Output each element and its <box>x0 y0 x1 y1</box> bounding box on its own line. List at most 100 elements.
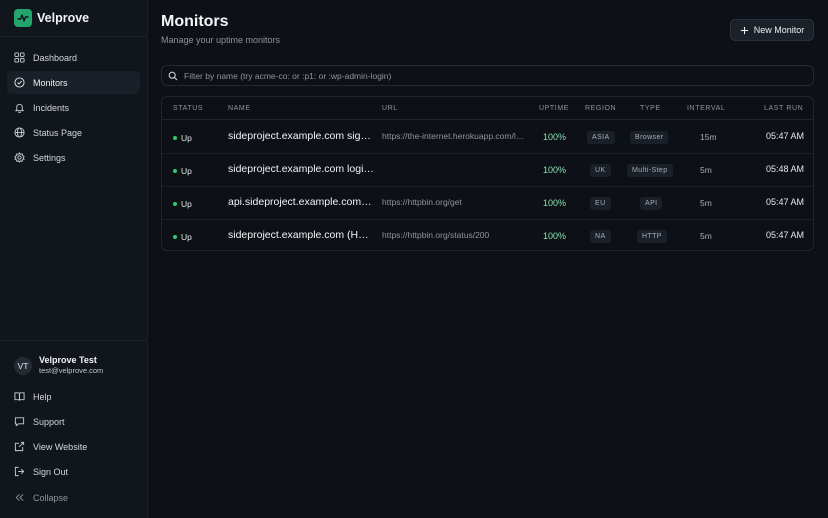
type-badge: HTTP <box>637 230 667 243</box>
sidebar-item-label: Incidents <box>33 102 70 113</box>
sidebar-divider <box>0 340 147 341</box>
interval-value: 5m <box>700 231 712 241</box>
uptime-value: 100% <box>543 132 567 142</box>
column-header-name[interactable]: NAME <box>228 105 251 112</box>
sidebar-item-help[interactable]: Help <box>7 385 140 408</box>
status-cell: Up <box>173 166 192 176</box>
check-circle-icon <box>14 77 25 88</box>
interval-value: 5m <box>700 165 712 175</box>
uptime-value: 100% <box>543 231 567 241</box>
last-run-value: 05:47 AM <box>766 197 805 207</box>
globe-icon <box>14 127 25 138</box>
column-header-last-run[interactable]: LAST RUN <box>764 105 803 112</box>
grid-icon <box>14 52 25 63</box>
monitor-name: sideproject.example.com (HTTP) <box>228 229 374 241</box>
sidebar-item-label: Help <box>33 391 52 402</box>
monitor-name: api.sideproject.example.com (API) <box>228 196 374 208</box>
monitor-url: https://httpbin.org/status/200 <box>382 230 490 240</box>
gear-icon <box>14 152 25 163</box>
brand-name: Velprove <box>37 11 90 25</box>
interval-value: 15m <box>700 132 717 142</box>
status-text: Up <box>181 133 192 143</box>
sidebar-item-label: Sign Out <box>33 466 69 477</box>
table-row[interactable]: Up sideproject.example.com sign-up https… <box>162 121 813 154</box>
sidebar-item-label: Status Page <box>33 127 83 138</box>
uptime-value: 100% <box>543 165 567 175</box>
sign-out-icon <box>14 466 25 477</box>
brand[interactable]: Velprove <box>14 9 89 27</box>
sidebar-item-label: Support <box>33 416 65 427</box>
new-monitor-label: New Monitor <box>753 25 805 35</box>
type-badge: Browser <box>630 131 669 144</box>
message-icon <box>14 417 25 427</box>
interval-value: 5m <box>700 198 712 208</box>
monitor-url: https://httpbin.org/get <box>382 197 462 207</box>
monitor-name: sideproject.example.com login flow <box>228 163 374 175</box>
sidebar-item-label: Collapse <box>33 492 69 503</box>
region-badge: ASIA <box>587 131 615 144</box>
sidebar-item-label: View Website <box>33 441 88 452</box>
sidebar-divider <box>0 36 147 37</box>
user-name: Velprove Test <box>39 355 97 365</box>
column-header-uptime[interactable]: UPTIME <box>539 105 569 112</box>
region-badge: NA <box>590 230 611 243</box>
page-subtitle: Manage your uptime monitors <box>161 35 281 45</box>
sidebar-item-settings[interactable]: Settings <box>7 146 140 169</box>
table-header: STATUS NAME URL UPTIME REGION TYPE INTER… <box>162 97 813 120</box>
filter-input[interactable] <box>184 70 784 81</box>
column-header-url[interactable]: URL <box>382 105 398 112</box>
status-dot-icon <box>173 136 177 140</box>
status-dot-icon <box>173 202 177 206</box>
status-dot-icon <box>173 235 177 239</box>
status-text: Up <box>181 232 192 242</box>
bell-icon <box>14 103 25 113</box>
sidebar-item-label: Monitors <box>33 77 68 88</box>
table-row[interactable]: Up sideproject.example.com (HTTP) https:… <box>162 220 813 250</box>
sidebar-item-collapse[interactable]: Collapse <box>7 486 140 509</box>
user-profile[interactable]: VT Velprove Test test@velprove.com <box>14 355 103 376</box>
table-row[interactable]: Up api.sideproject.example.com (API) htt… <box>162 187 813 220</box>
column-header-interval[interactable]: INTERVAL <box>687 105 725 112</box>
external-link-icon <box>14 441 25 452</box>
page-title: Monitors <box>161 13 229 30</box>
last-run-value: 05:47 AM <box>766 230 805 240</box>
status-cell: Up <box>173 199 192 209</box>
user-email: test@velprove.com <box>39 366 104 375</box>
new-monitor-button[interactable]: New Monitor <box>730 19 814 41</box>
column-header-region[interactable]: REGION <box>585 105 616 112</box>
sidebar-item-dashboard[interactable]: Dashboard <box>7 46 140 69</box>
chevrons-left-icon <box>15 493 24 502</box>
status-cell: Up <box>173 232 192 242</box>
sidebar-item-status-page[interactable]: Status Page <box>7 121 140 144</box>
sidebar-item-support[interactable]: Support <box>7 410 140 433</box>
pulse-logo-icon <box>14 9 32 27</box>
sidebar-item-monitors[interactable]: Monitors <box>7 71 140 94</box>
uptime-value: 100% <box>543 198 567 208</box>
status-text: Up <box>181 199 192 209</box>
column-header-type[interactable]: TYPE <box>640 105 661 112</box>
monitors-table: STATUS NAME URL UPTIME REGION TYPE INTER… <box>161 96 814 251</box>
last-run-value: 05:48 AM <box>766 164 805 174</box>
sidebar-item-sign-out[interactable]: Sign Out <box>7 460 140 483</box>
sidebar-item-label: Settings <box>33 152 66 163</box>
avatar: VT <box>14 356 32 375</box>
table-row[interactable]: Up sideproject.example.com login flow 10… <box>162 154 813 187</box>
sidebar: Velprove Dashboard Monitors Incidents St… <box>0 0 148 518</box>
sidebar-item-incidents[interactable]: Incidents <box>7 96 140 119</box>
filter-bar <box>161 65 814 86</box>
sidebar-item-label: Dashboard <box>33 52 78 63</box>
type-badge: API <box>640 197 663 210</box>
book-icon <box>14 392 25 401</box>
status-text: Up <box>181 166 192 176</box>
region-badge: UK <box>590 164 611 177</box>
region-badge: EU <box>590 197 611 210</box>
status-dot-icon <box>173 169 177 173</box>
monitor-name: sideproject.example.com sign-up <box>228 130 374 142</box>
column-header-status[interactable]: STATUS <box>173 105 203 112</box>
plus-icon <box>740 26 748 34</box>
type-badge: Multi-Step <box>627 164 673 177</box>
search-icon <box>168 71 178 80</box>
monitor-url: https://the-internet.herokuapp.com/login <box>382 131 528 141</box>
last-run-value: 05:47 AM <box>766 131 805 141</box>
sidebar-item-view-website[interactable]: View Website <box>7 435 140 458</box>
